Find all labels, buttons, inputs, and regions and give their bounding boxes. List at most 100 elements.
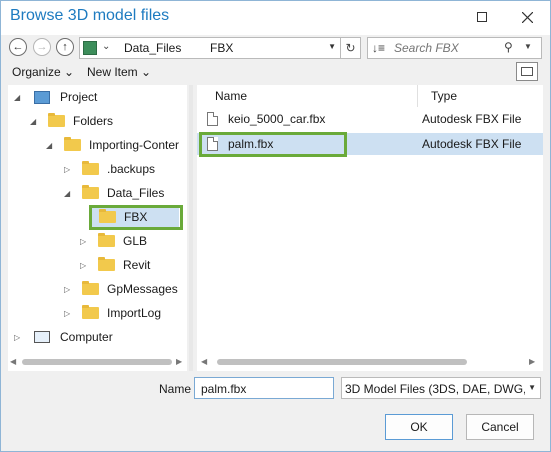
organize-label: Organize: [12, 65, 61, 79]
tree-item-label: Importing-Conter: [89, 138, 180, 152]
tree-item-revit[interactable]: ▷ Revit: [80, 255, 150, 275]
expand-arrow-icon[interactable]: ◢: [30, 117, 40, 126]
file-name-input[interactable]: palm.fbx: [194, 377, 334, 399]
chevron-down-icon[interactable]: ⌄: [102, 41, 110, 52]
close-icon: [521, 11, 533, 23]
address-segment[interactable]: Data_Files: [124, 41, 181, 55]
arrow-up-icon: ↑: [62, 41, 68, 53]
file-type-filter[interactable]: 3D Model Files (3DS, DAE, DWG, F ▼: [341, 377, 541, 399]
computer-icon: [34, 331, 50, 343]
refresh-button[interactable]: ↻: [341, 37, 361, 59]
file-row[interactable]: keio_5000_car.fbx Autodesk FBX File: [197, 108, 543, 130]
tree-item-label: FBX: [124, 210, 148, 224]
file-icon: [207, 137, 218, 151]
search-dropdown-icon[interactable]: ▼: [524, 42, 532, 51]
tree-item-data-files[interactable]: ◢ Data_Files: [64, 183, 164, 203]
folder-icon: [48, 113, 65, 127]
collapse-arrow-icon[interactable]: ▷: [14, 333, 24, 342]
collapse-arrow-icon[interactable]: ▷: [64, 285, 74, 294]
folder-icon: [82, 185, 99, 199]
tree-item-importlog[interactable]: ▷ ImportLog: [64, 303, 161, 323]
tree-item-label: .backups: [107, 162, 156, 176]
refresh-icon: ↻: [345, 41, 356, 55]
arrow-left-icon: ←: [12, 41, 24, 53]
tree-item-glb[interactable]: ▷ GLB: [80, 231, 147, 251]
tree-item-gpmessages[interactable]: ▷ GpMessages: [64, 279, 178, 299]
file-name-value: palm.fbx: [201, 382, 247, 396]
new-item-label: New Item: [87, 65, 138, 79]
close-button[interactable]: [504, 1, 550, 33]
cancel-button[interactable]: Cancel: [466, 414, 534, 440]
column-separator[interactable]: [417, 85, 418, 107]
tree-item-label: Data_Files: [107, 186, 165, 200]
scroll-thumb[interactable]: [217, 359, 467, 365]
search-input[interactable]: [394, 40, 504, 56]
search-icon[interactable]: ⚲: [504, 40, 513, 54]
new-item-menu[interactable]: New Item ⌄: [87, 65, 151, 79]
forward-button[interactable]: →: [33, 38, 51, 56]
tree-item-importing-content[interactable]: ◢ Importing-Conter: [46, 135, 179, 155]
column-header-name[interactable]: Name: [215, 85, 247, 107]
project-icon: [34, 90, 50, 104]
dialog-title: Browse 3D model files: [10, 7, 170, 24]
home-folder-icon: [64, 137, 81, 151]
collapse-arrow-icon[interactable]: ▷: [80, 261, 90, 270]
file-name: keio_5000_car.fbx: [228, 112, 326, 126]
scroll-right-icon[interactable]: ▶: [176, 357, 182, 366]
filelist-horizontal-scrollbar[interactable]: ◀ ▶: [197, 355, 543, 369]
collapse-arrow-icon[interactable]: ▷: [80, 237, 90, 246]
command-bar: Organize ⌄ New Item ⌄: [1, 61, 550, 83]
scroll-left-icon[interactable]: ◀: [10, 357, 16, 366]
column-header-type[interactable]: Type: [431, 85, 457, 107]
file-type: Autodesk FBX File: [422, 112, 522, 126]
scroll-thumb[interactable]: [22, 359, 172, 365]
tree-item-project[interactable]: ◢ Project: [14, 87, 97, 107]
maximize-button[interactable]: [459, 1, 505, 33]
tree-item-folders[interactable]: ◢ Folders: [30, 111, 113, 131]
search-box[interactable]: ↓≡ ⚲ ▼: [367, 37, 542, 59]
tree-horizontal-scrollbar[interactable]: ◀ ▶: [8, 355, 187, 369]
folder-icon: [98, 233, 115, 247]
scroll-left-icon[interactable]: ◀: [201, 357, 207, 366]
address-bar[interactable]: ⌄ Data_Files FBX ▼: [79, 37, 341, 59]
tree-item-fbx[interactable]: FBX: [91, 207, 179, 227]
collapse-arrow-icon[interactable]: ▷: [64, 309, 74, 318]
tree-item-backups[interactable]: ▷ .backups: [64, 159, 155, 179]
location-icon: [83, 41, 97, 55]
back-button[interactable]: ←: [9, 38, 27, 56]
sort-icon: ↓≡: [372, 41, 386, 55]
filter-value: 3D Model Files (3DS, DAE, DWG, F: [345, 382, 525, 396]
navigation-tree: ◢ Project ◢ Folders ◢ Importing-Conter ▷…: [8, 85, 187, 371]
chevron-down-icon[interactable]: ▼: [528, 383, 536, 392]
file-type: Autodesk FBX File: [422, 137, 522, 151]
expand-arrow-icon[interactable]: ◢: [14, 93, 24, 102]
folder-icon: [98, 257, 115, 271]
tree-item-label: Folders: [73, 114, 114, 128]
tree-item-label: GpMessages: [107, 282, 178, 296]
scroll-right-icon[interactable]: ▶: [529, 357, 535, 366]
tree-item-label: Computer: [60, 330, 113, 344]
address-dropdown-icon[interactable]: ▼: [328, 42, 336, 51]
expand-arrow-icon[interactable]: ◢: [64, 189, 74, 198]
tree-item-label: ImportLog: [107, 306, 162, 320]
file-icon: [207, 112, 218, 126]
collapse-arrow-icon[interactable]: ▷: [64, 165, 74, 174]
navigation-toolbar: ← → ↑ ⌄ Data_Files FBX ▼ ↻ ↓≡ ⚲ ▼: [1, 35, 550, 61]
file-name: palm.fbx: [228, 137, 274, 151]
folder-icon: [82, 281, 99, 295]
tree-item-label: Project: [60, 90, 98, 104]
file-row-selected[interactable]: palm.fbx Autodesk FBX File: [197, 133, 543, 155]
address-segment[interactable]: FBX: [210, 41, 233, 55]
tree-item-label: GLB: [123, 234, 148, 248]
tree-item-label: Revit: [123, 258, 151, 272]
up-button[interactable]: ↑: [56, 38, 74, 56]
folder-icon: [99, 209, 116, 223]
expand-arrow-icon[interactable]: ◢: [46, 141, 56, 150]
organize-menu[interactable]: Organize ⌄: [12, 65, 74, 79]
maximize-icon: [477, 12, 487, 22]
file-list: Name Type keio_5000_car.fbx Autodesk FBX…: [197, 85, 543, 371]
ok-button[interactable]: OK: [385, 414, 453, 440]
view-options-icon[interactable]: [516, 62, 538, 81]
pane-splitter[interactable]: [189, 85, 193, 371]
tree-item-computer[interactable]: ▷ Computer: [14, 327, 113, 347]
